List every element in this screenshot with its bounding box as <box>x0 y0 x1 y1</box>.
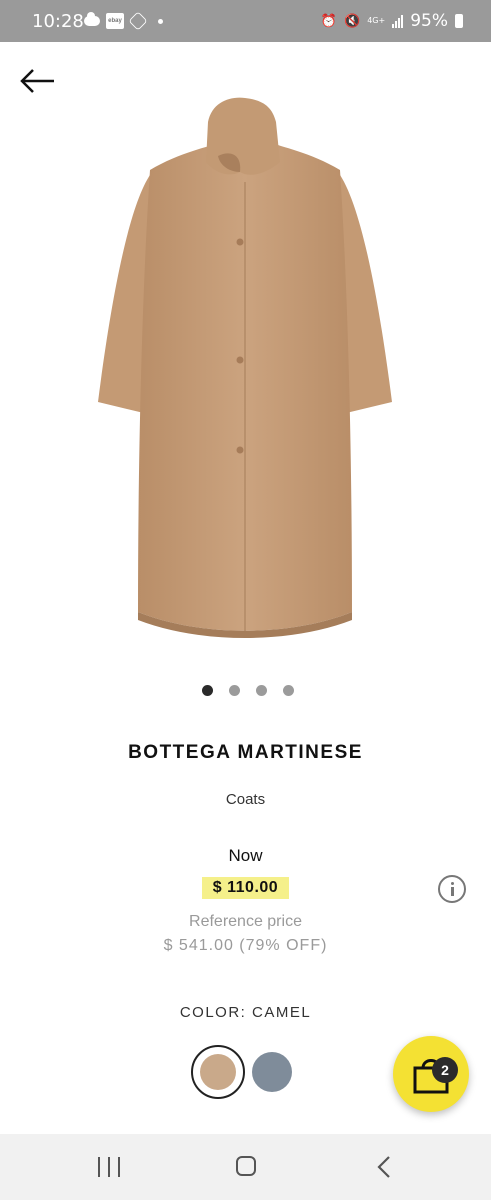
status-bar: 10:28 ebay ⏰ 🔇 4G+ 95% <box>0 0 491 42</box>
carousel-dot-1[interactable] <box>201 685 213 696</box>
network-4g-icon: 4G+ <box>367 16 386 25</box>
arrow-left-icon <box>20 69 54 93</box>
product-category: Coats <box>225 791 266 808</box>
notification-dot-icon <box>158 18 163 24</box>
signal-icon <box>392 14 404 28</box>
reference-price-label: Reference price <box>189 913 302 930</box>
hexagon-icon <box>128 11 148 31</box>
battery-icon <box>455 14 463 28</box>
current-price: $ 110.00 <box>201 877 290 899</box>
back-button[interactable] <box>18 64 58 98</box>
cart-count-badge: 2 <box>432 1057 458 1083</box>
brand-name: BOTTEGA MARTINESE <box>128 742 363 763</box>
product-image[interactable] <box>90 92 400 652</box>
status-left-icons: ebay <box>84 11 163 31</box>
info-icon-bar <box>451 887 454 896</box>
system-nav-bar <box>0 1134 491 1200</box>
ebay-icon: ebay <box>106 13 124 29</box>
color-swatch-camel-fill <box>200 1054 236 1090</box>
cloud-icon <box>84 12 100 26</box>
status-right-icons: ⏰ 🔇 4G+ 95% <box>321 11 463 31</box>
info-icon <box>451 882 454 885</box>
price-info-button[interactable] <box>438 875 466 903</box>
back-icon[interactable] <box>374 1154 394 1180</box>
status-time: 10:28 <box>32 11 84 32</box>
carousel-dot-2[interactable] <box>228 685 240 696</box>
battery-percent: 95% <box>410 11 448 31</box>
cart-button[interactable] <box>393 1036 469 1112</box>
recents-icon[interactable] <box>98 1157 120 1177</box>
carousel-dot-3[interactable] <box>255 685 267 696</box>
home-icon[interactable] <box>236 1156 256 1176</box>
alarm-icon: ⏰ <box>320 13 338 29</box>
coat-image <box>98 97 392 638</box>
now-label: Now <box>228 846 263 865</box>
shopping-bag-icon <box>413 1059 449 1094</box>
carousel-dot-4[interactable] <box>282 685 294 696</box>
color-swatch-camel[interactable] <box>191 1045 245 1099</box>
image-carousel-indicator <box>0 685 491 696</box>
color-label: COLOR: CAMEL <box>179 1004 312 1021</box>
mute-icon: 🔇 <box>344 13 361 29</box>
reference-price: $ 541.00 (79% OFF) <box>163 937 328 954</box>
price-row: $ 110.00 <box>0 877 491 899</box>
color-swatch-grey[interactable] <box>252 1052 292 1092</box>
